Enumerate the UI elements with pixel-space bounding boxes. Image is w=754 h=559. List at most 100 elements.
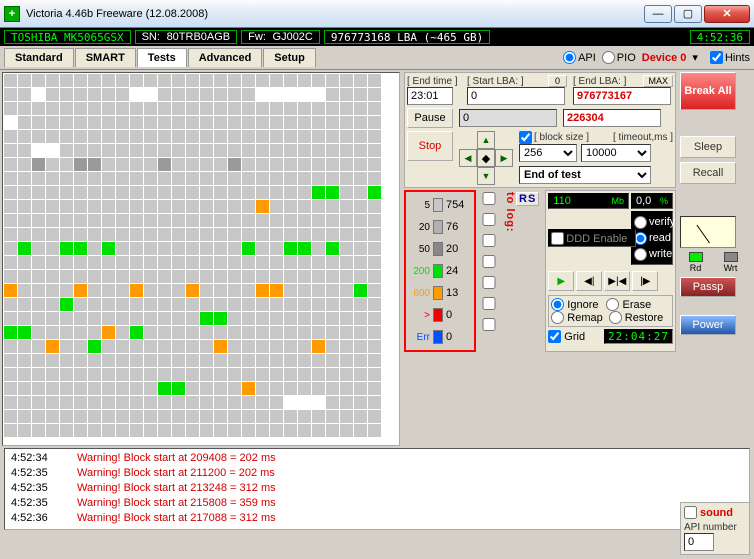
grid-cell: [186, 214, 199, 227]
step-both-button[interactable]: ▶|◀: [604, 271, 630, 291]
grid-cell: [312, 144, 325, 157]
nav-up[interactable]: ▲: [477, 131, 495, 149]
grid-check[interactable]: Grid: [548, 330, 585, 343]
tab-setup[interactable]: Setup: [263, 48, 316, 67]
grid-cell: [270, 144, 283, 157]
stat-log-check-1[interactable]: [480, 213, 498, 226]
grid-cell: [172, 158, 185, 171]
nav-down[interactable]: ▼: [477, 167, 495, 185]
grid-cell: [186, 410, 199, 423]
stat-log-check-2[interactable]: [480, 234, 498, 247]
end-max-button[interactable]: MAX: [643, 75, 673, 87]
start-lba-input[interactable]: [467, 87, 565, 105]
break-all-button[interactable]: Break All: [680, 72, 736, 110]
api-number-input[interactable]: [684, 533, 714, 551]
grid-cell: [4, 102, 17, 115]
grid-cell: [46, 354, 59, 367]
read-radio[interactable]: read: [634, 232, 670, 245]
tab-tests[interactable]: Tests: [137, 48, 187, 67]
grid-cell: [32, 158, 45, 171]
stat-log-check-3[interactable]: [480, 255, 498, 268]
block-size-select[interactable]: 256: [519, 144, 577, 162]
pio-radio[interactable]: PIO: [602, 51, 636, 64]
grid-cell: [172, 410, 185, 423]
nav-center[interactable]: ◆: [477, 149, 495, 167]
grid-cell: [74, 382, 87, 395]
grid-cell: [186, 368, 199, 381]
api-radio[interactable]: API: [563, 51, 596, 64]
grid-cell: [284, 144, 297, 157]
end-time-input[interactable]: [407, 87, 453, 105]
remap-radio[interactable]: Remap: [551, 311, 602, 324]
tab-smart[interactable]: SMART: [75, 48, 136, 67]
grid-cell: [158, 102, 171, 115]
stat-log-check-5[interactable]: [480, 297, 498, 310]
grid-cell: [214, 270, 227, 283]
passp-button[interactable]: Passp: [680, 277, 736, 297]
grid-cell: [256, 200, 269, 213]
step-back-button[interactable]: ◀|: [576, 271, 602, 291]
stat-log-check-0[interactable]: [480, 192, 498, 205]
stat-log-check-4[interactable]: [480, 276, 498, 289]
tab-advanced[interactable]: Advanced: [188, 48, 263, 67]
close-button[interactable]: ✕: [704, 5, 750, 23]
maximize-button[interactable]: ▢: [674, 5, 702, 23]
nav-right[interactable]: ▶: [495, 149, 513, 167]
hints-checkbox[interactable]: Hints: [710, 51, 750, 64]
grid-cell: [74, 186, 87, 199]
power-button[interactable]: Power: [680, 315, 736, 335]
grid-cell: [242, 326, 255, 339]
grid-cell: [32, 74, 45, 87]
step-fwd-button[interactable]: |▶: [632, 271, 658, 291]
grid-cell: [32, 242, 45, 255]
ignore-radio[interactable]: Ignore: [551, 298, 598, 311]
grid-cell: [186, 74, 199, 87]
restore-radio[interactable]: Restore: [609, 311, 664, 324]
grid-cell: [242, 186, 255, 199]
grid-cell: [368, 102, 381, 115]
erase-radio[interactable]: Erase: [606, 298, 651, 311]
grid-cell: [186, 186, 199, 199]
sound-check[interactable]: sound: [684, 506, 746, 519]
verify-radio[interactable]: verify: [634, 216, 670, 229]
pause-button[interactable]: Pause: [407, 108, 453, 128]
tab-standard[interactable]: Standard: [4, 48, 74, 67]
action-select[interactable]: End of test: [519, 166, 651, 184]
grid-cell: [326, 298, 339, 311]
start-zero-button[interactable]: 0: [548, 75, 567, 87]
ddd-check[interactable]: DDD Enable: [551, 232, 633, 245]
stat-log-check-6[interactable]: [480, 318, 498, 331]
minimize-button[interactable]: —: [644, 5, 672, 23]
nav-left[interactable]: ◀: [459, 149, 477, 167]
position-input[interactable]: [563, 109, 661, 127]
grid-cell: [214, 396, 227, 409]
grid-cell: [214, 186, 227, 199]
grid-cell: [74, 368, 87, 381]
grid-cell: [312, 410, 325, 423]
play-button[interactable]: ▶: [548, 271, 574, 291]
grid-cell: [18, 340, 31, 353]
write-radio[interactable]: write: [634, 248, 670, 261]
grid-cell: [130, 368, 143, 381]
grid-cell: [200, 116, 213, 129]
end-lba-input[interactable]: [573, 87, 671, 105]
stop-button[interactable]: Stop: [407, 131, 453, 161]
sleep-button[interactable]: Sleep: [680, 136, 736, 158]
grid-cell: [326, 74, 339, 87]
timeout-select[interactable]: 10000: [581, 144, 651, 162]
grid-cell: [18, 130, 31, 143]
grid-cell: [284, 396, 297, 409]
grid-cell: [88, 242, 101, 255]
grid-cell: [242, 270, 255, 283]
grid-cell: [144, 340, 157, 353]
grid-cell: [46, 214, 59, 227]
recall-button[interactable]: Recall: [680, 162, 736, 184]
grid-cell: [368, 424, 381, 437]
grid-cell: [340, 102, 353, 115]
grid-cell: [284, 298, 297, 311]
grid-cell: [116, 270, 129, 283]
blocksize-check[interactable]: [519, 131, 532, 144]
stat->: >0: [410, 304, 470, 326]
device-dropdown-icon[interactable]: ▾: [692, 51, 698, 64]
grid-cell: [158, 312, 171, 325]
